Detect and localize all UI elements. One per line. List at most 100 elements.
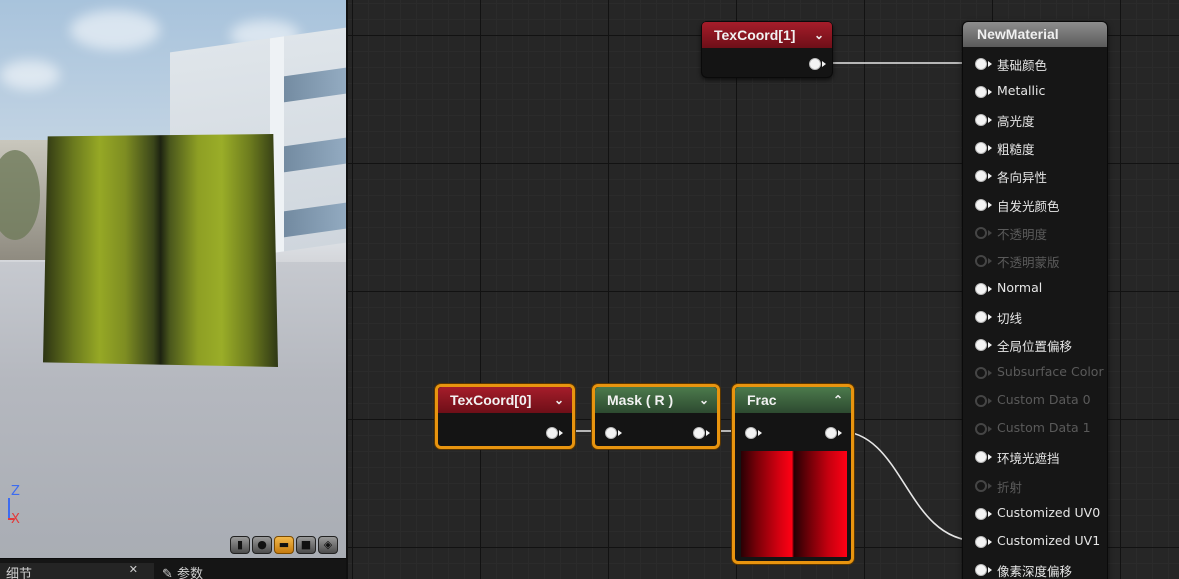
building-window [280,137,346,173]
material-input-label: 折射 [997,479,1023,495]
output-pin[interactable] [825,427,837,439]
chevron-down-icon[interactable]: ⌄ [814,22,824,48]
material-input-label: Custom Data 1 [997,420,1091,436]
pin-arrow-icon [988,426,992,433]
chevron-up-icon[interactable]: ⌃ [833,387,843,413]
material-input-label: Custom Data 0 [997,392,1091,408]
input-pin[interactable] [975,535,987,548]
material-input-row[interactable]: 切线 [975,306,1107,328]
frac-node[interactable]: Frac ⌃ [732,384,854,564]
input-pin[interactable] [975,142,987,155]
material-input-label: 像素深度偏移 [997,563,1073,579]
material-input-label: 切线 [997,310,1023,326]
material-input-row[interactable]: 自发光颜色 [975,194,1107,216]
preview-shape-toolbar: ▮ ● ▬ ■ ◈ [230,536,338,554]
tab-details-label: 细节 [6,567,33,579]
output-pin[interactable] [809,58,821,70]
material-input-row[interactable]: Normal [975,278,1107,300]
preview-viewport[interactable]: Z X ▮ ● ▬ ■ ◈ [0,0,346,558]
pin-arrow-icon [988,285,992,292]
node-preview-image [741,451,847,557]
pin-arrow-icon [988,538,992,545]
input-pin[interactable] [975,563,987,576]
tab-parameters-label: 参数 [177,567,204,579]
pin-arrow-icon [988,566,992,573]
material-input-row[interactable]: 粗糙度 [975,137,1107,159]
node-title: Mask ( R ) [607,392,674,408]
texcoord0-node[interactable]: TexCoord[0] ⌄ [435,384,575,449]
material-input-row[interactable]: Metallic [975,81,1107,103]
sphere-icon[interactable]: ● [252,536,272,554]
output-pin[interactable] [693,427,705,439]
tab-parameters[interactable]: ✎ 参数 [162,563,203,579]
input-pin[interactable] [975,58,987,70]
input-pin [975,423,987,436]
node-header[interactable]: TexCoord[0] ⌄ [438,387,572,413]
material-input-row: Custom Data 0 [975,390,1107,412]
input-pin[interactable] [975,170,987,183]
material-input-label: 不透明度 [997,226,1048,242]
pin-arrow-icon [988,370,992,377]
sky-cloud [0,60,60,90]
input-pin [975,395,987,408]
plane-icon[interactable]: ▬ [274,536,294,554]
material-input-row[interactable]: 基础颜色 [975,53,1107,75]
pin-arrow-icon [559,430,563,436]
pin-arrow-icon [988,173,992,180]
input-pin[interactable] [975,310,987,323]
chevron-down-icon[interactable]: ⌄ [554,387,564,413]
node-title: TexCoord[0] [450,392,532,408]
pin-arrow-icon [988,482,992,489]
cube-icon[interactable]: ■ [296,536,316,554]
input-pin[interactable] [745,427,757,439]
material-input-row[interactable]: 全局位置偏移 [975,334,1107,356]
material-input-label: 不透明蒙版 [997,254,1060,270]
material-input-row[interactable]: 各向异性 [975,165,1107,187]
teapot-icon[interactable]: ◈ [318,536,338,554]
node-title: NewMaterial [977,26,1059,42]
material-input-label: 环境光遮挡 [997,451,1060,467]
pin-arrow-icon [988,454,992,461]
input-pin [975,367,987,380]
pin-arrow-icon [988,510,992,517]
pin-arrow-icon [988,89,992,96]
pin-arrow-icon [988,61,992,67]
node-header[interactable]: TexCoord[1] ⌄ [702,22,832,48]
input-pin [975,226,987,239]
material-input-row[interactable]: 像素深度偏移 [975,559,1107,579]
node-header[interactable]: Mask ( R ) ⌄ [595,387,717,413]
input-pin[interactable] [605,427,617,439]
pin-arrow-icon [988,313,992,320]
pin-arrow-icon [758,430,762,436]
material-input-row[interactable]: Customized UV0 [975,503,1107,525]
material-editor: Z X ▮ ● ▬ ■ ◈ 细节 ✕ ✎ 参数 TexCoord[1] ⌄ Te… [0,0,1179,579]
material-input-row: Subsurface Color [975,362,1107,384]
material-input-label: 自发光颜色 [997,198,1060,214]
chevron-down-icon[interactable]: ⌄ [699,387,709,413]
z-axis-label: Z [11,484,20,499]
node-header[interactable]: Frac ⌃ [735,387,851,413]
mask-node[interactable]: Mask ( R ) ⌄ [592,384,720,449]
node-header[interactable]: NewMaterial [963,22,1107,47]
input-pin[interactable] [975,339,987,351]
material-input-row[interactable]: Customized UV1 [975,531,1107,553]
material-result-node[interactable]: NewMaterial 基础颜色 Metallic 高光度粗糙度各向异性自发光颜色不… [962,21,1108,579]
input-pin[interactable] [975,114,987,127]
input-pin[interactable] [975,282,987,295]
input-pin[interactable] [975,507,987,520]
material-input-row[interactable]: 高光度 [975,109,1107,131]
input-pin[interactable] [975,451,987,464]
texcoord1-node[interactable]: TexCoord[1] ⌄ [701,21,833,78]
material-input-row[interactable]: 环境光遮挡 [975,446,1107,468]
material-input-label: 基础颜色 [997,58,1048,73]
cylinder-icon[interactable]: ▮ [230,536,250,554]
input-pin[interactable] [975,198,987,211]
pin-arrow-icon [988,229,992,236]
material-input-row: 不透明蒙版 [975,250,1107,272]
close-icon[interactable]: ✕ [129,563,138,576]
building-window [280,67,346,103]
tab-details[interactable]: 细节 ✕ [0,563,154,579]
z-axis-line [8,498,10,520]
output-pin[interactable] [546,427,558,439]
input-pin[interactable] [975,86,987,99]
